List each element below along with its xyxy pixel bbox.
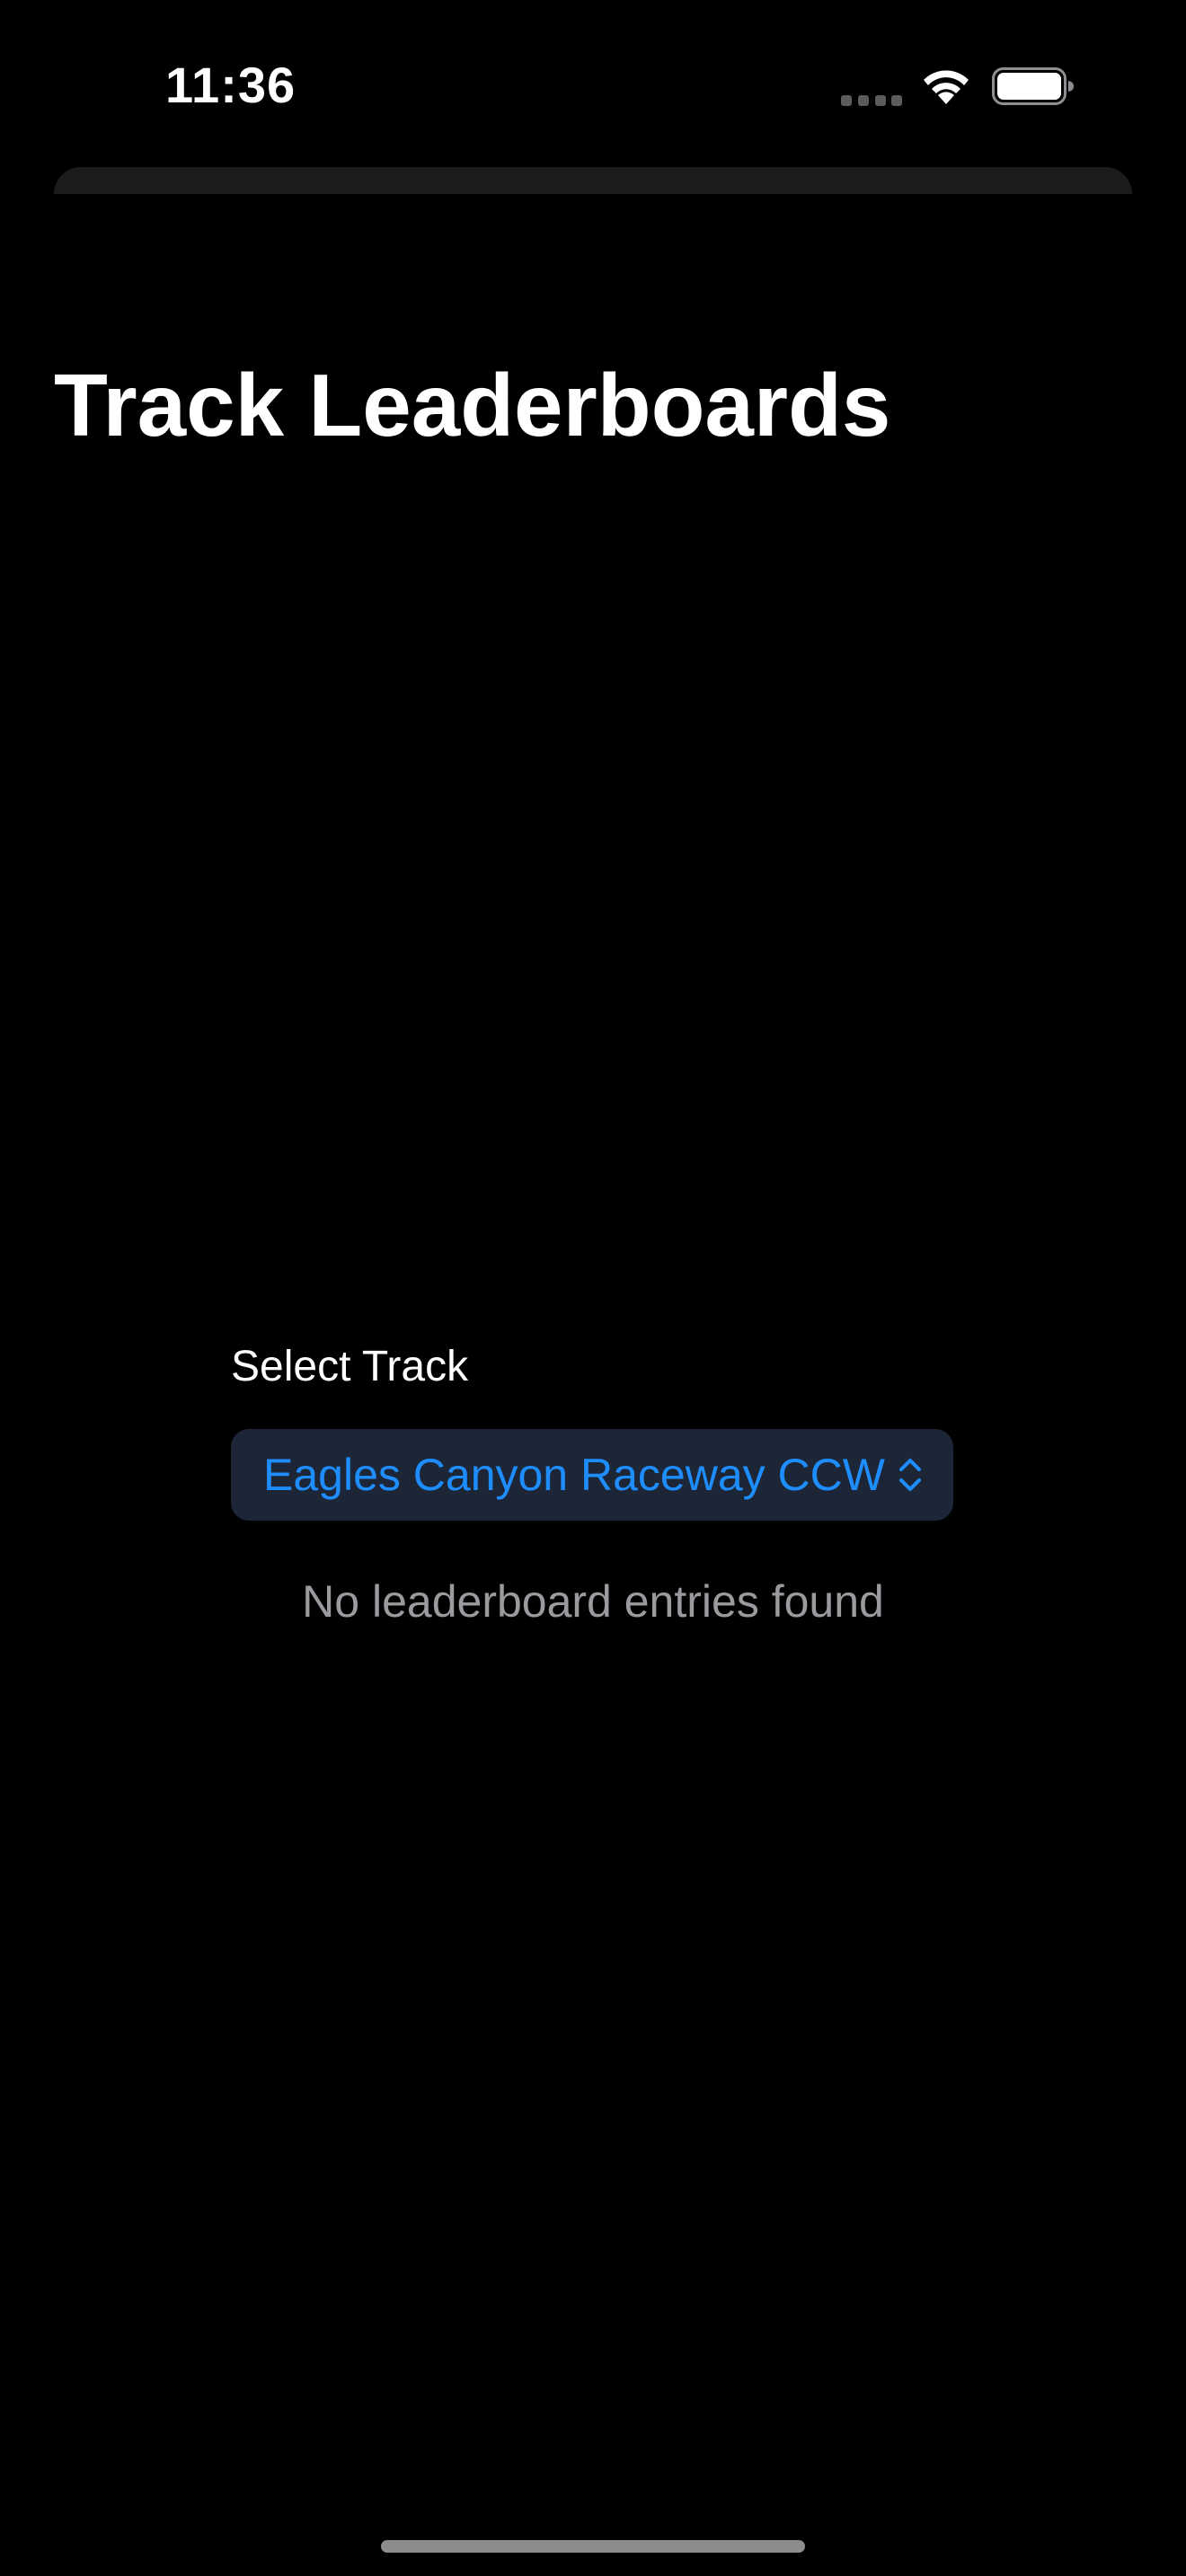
track-picker[interactable]: Eagles Canyon Raceway CCW [231, 1429, 953, 1521]
sheet-top-edge [54, 167, 1132, 194]
cellular-dots-icon [841, 95, 902, 106]
track-picker-value: Eagles Canyon Raceway CCW [263, 1450, 885, 1500]
select-track-label: Select Track [231, 1343, 469, 1390]
battery-icon [992, 67, 1074, 105]
chevron-up-down-icon [899, 1459, 921, 1491]
status-bar: 11:36 [0, 0, 1186, 171]
empty-leaderboard-message: No leaderboard entries found [302, 1576, 884, 1627]
wifi-icon [924, 70, 969, 104]
home-indicator[interactable] [381, 2540, 805, 2553]
status-time: 11:36 [165, 57, 296, 113]
page-title: Track Leaderboards [54, 356, 891, 454]
